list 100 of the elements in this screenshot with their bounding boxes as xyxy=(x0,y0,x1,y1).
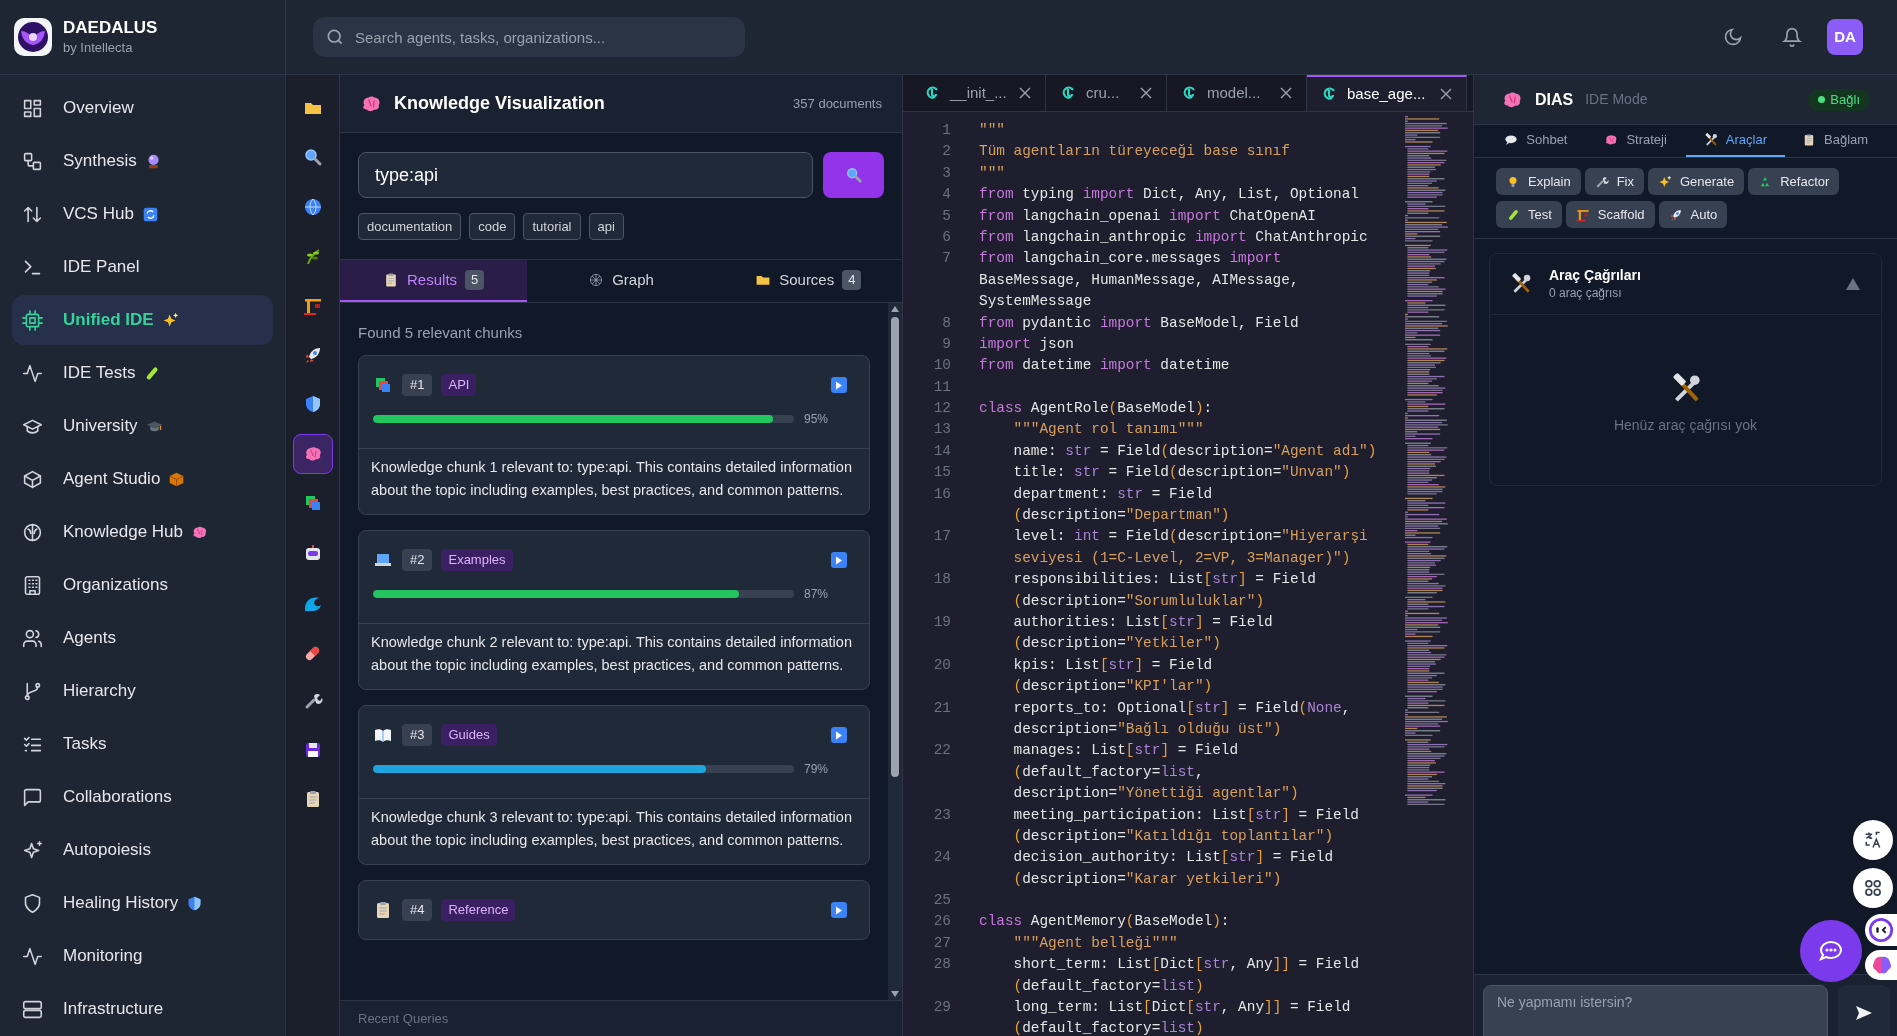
sidebar-item[interactable]: Overview xyxy=(12,83,273,133)
apps-icon xyxy=(1863,878,1883,898)
close-icon[interactable] xyxy=(1019,87,1031,99)
action-button[interactable]: Refactor xyxy=(1748,168,1840,195)
code-line: decision_authority: List[str] = Field xyxy=(1012,848,1334,868)
filter-chip[interactable]: documentation xyxy=(358,213,462,240)
notification-bell-icon[interactable] xyxy=(1780,25,1804,49)
result-card[interactable]: #2 Examples 87% Knowledge chunk 2 relevant to: type:api. This contains detailed information about the topic including examples, best practices, and common patterns. xyxy=(358,530,870,690)
result-card[interactable]: #4 Reference xyxy=(358,880,870,940)
sidebar-item[interactable]: Agent Studio xyxy=(12,454,273,504)
file-tab[interactable]: cru... xyxy=(1046,75,1167,111)
play-icon[interactable] xyxy=(831,902,847,918)
play-icon[interactable] xyxy=(831,727,847,743)
close-icon[interactable] xyxy=(1140,87,1152,99)
magnifier-icon xyxy=(844,166,863,184)
sidebar-item[interactable]: Healing History xyxy=(12,878,273,928)
rank-badge: #2 xyxy=(402,549,433,571)
code-line: department: str = Field xyxy=(1012,484,1213,504)
tab[interactable]: Bağlam xyxy=(1785,125,1885,157)
scroll-down-icon[interactable] xyxy=(890,990,900,998)
collapse-icon[interactable] xyxy=(1845,277,1861,291)
message-input[interactable]: Ne yapmamı istersin? xyxy=(1483,985,1828,1036)
filter-chip[interactable]: tutorial xyxy=(523,213,581,240)
sidebar-item[interactable]: IDE Panel xyxy=(12,242,273,292)
play-icon[interactable] xyxy=(831,377,847,393)
scrollbar[interactable] xyxy=(888,303,902,1000)
code-line: description="Bağlı olduğu üst") xyxy=(1012,719,1282,739)
sidebar-item[interactable]: Synthesis xyxy=(12,136,273,186)
line-number: 4 xyxy=(941,185,951,205)
code-line: from langchain_anthropic import ChatAnthropic xyxy=(979,227,1368,247)
result-card[interactable]: #3 Guides 79% Knowledge chunk 3 relevant to: type:api. This contains detailed information about the topic including examples, best practices, and common patterns. xyxy=(358,705,870,865)
wrench-icon xyxy=(1594,174,1609,189)
action-button[interactable]: Explain xyxy=(1496,168,1581,195)
brain-tool-button[interactable] xyxy=(292,433,333,474)
sidebar-item[interactable]: IDE Tests xyxy=(12,348,273,398)
empty-state-text: Henüz araç çağrısı yok xyxy=(1613,416,1758,435)
tab[interactable]: Araçlar xyxy=(1685,125,1786,157)
filter-chip[interactable]: api xyxy=(588,213,624,240)
building-icon xyxy=(22,574,43,596)
search-field[interactable]: Search agents, tasks, organizations... xyxy=(313,17,745,57)
branch-icon xyxy=(22,680,43,702)
result-card[interactable]: #1 API 95% Knowledge chunk 1 relevant to: type:api. This contains detailed information about the topic including examples, best practices, and common patterns. xyxy=(358,355,870,515)
action-button[interactable]: Fix xyxy=(1584,168,1644,195)
document-count: 357 documents xyxy=(793,94,882,113)
file-tab[interactable]: __init_... xyxy=(910,75,1046,111)
ring-icon xyxy=(1868,916,1894,944)
close-icon[interactable] xyxy=(1440,88,1452,100)
sidebar-item[interactable]: Hierarchy xyxy=(12,666,273,716)
code-line: from typing import Dict, Any, List, Optional xyxy=(979,185,1359,205)
code-line: (description="Yetkiler") xyxy=(1012,634,1221,654)
action-button[interactable]: Auto xyxy=(1658,201,1728,228)
sidebar-item[interactable]: Knowledge Hub xyxy=(12,507,273,557)
close-icon[interactable] xyxy=(1280,87,1292,99)
hammer-and-wrench-icon xyxy=(1510,273,1532,295)
magnifier-icon xyxy=(302,147,323,168)
sidebar-item[interactable]: Agents xyxy=(12,613,273,663)
sidebar-item[interactable]: VCS Hub xyxy=(12,189,273,239)
sidebar-item[interactable]: Infrastructure xyxy=(12,984,273,1034)
code-line: import json xyxy=(979,334,1074,354)
brand-name: DAEDALUS xyxy=(63,17,158,39)
assistant-button[interactable] xyxy=(1865,914,1897,946)
sidebar-item[interactable]: Unified IDE xyxy=(12,295,273,345)
play-icon[interactable] xyxy=(831,552,847,568)
scroll-up-icon[interactable] xyxy=(890,305,900,313)
tab[interactable]: Results 5 xyxy=(340,260,528,302)
line-number: 16 xyxy=(932,484,951,504)
tab[interactable]: Graph xyxy=(527,260,715,302)
section-heading: Recent Queries xyxy=(358,1009,449,1028)
code-line: level: int = Field(description="Hiyerarşi xyxy=(1012,527,1368,547)
filter-chip[interactable]: code xyxy=(469,213,516,240)
user-avatar[interactable]: DA xyxy=(1827,19,1863,55)
code-line: from pydantic import BaseModel, Field xyxy=(979,313,1299,333)
query-input[interactable]: type:api xyxy=(358,152,813,198)
brain-button[interactable] xyxy=(1865,950,1897,980)
code-line: kpis: List[str] = Field xyxy=(1012,655,1213,675)
action-button[interactable]: Test xyxy=(1496,201,1562,228)
tab[interactable]: Strateji xyxy=(1585,125,1686,157)
rocket-icon xyxy=(1668,207,1683,222)
sidebar-item[interactable]: Autopoiesis xyxy=(12,825,273,875)
code-line: (description="Karar yetkileri") xyxy=(1012,869,1282,889)
rank-badge: #4 xyxy=(402,899,433,921)
package-icon xyxy=(168,470,186,488)
action-button[interactable]: Scaffold xyxy=(1565,201,1655,228)
status-badge: Bağlı xyxy=(1808,88,1870,111)
sync-icon xyxy=(141,205,159,223)
line-number: 13 xyxy=(932,420,951,440)
line-number: 20 xyxy=(932,655,951,675)
tab[interactable]: Sohbet xyxy=(1486,125,1586,157)
file-tab[interactable]: base_age... xyxy=(1307,75,1467,111)
action-button[interactable]: Generate xyxy=(1648,168,1745,195)
line-number: 24 xyxy=(932,848,951,868)
speech-bubble-icon xyxy=(1504,133,1519,147)
sidebar-item[interactable]: Tasks xyxy=(12,719,273,769)
tab[interactable]: Sources 4 xyxy=(714,260,902,302)
sidebar-item[interactable]: University xyxy=(12,401,273,451)
sidebar-item[interactable]: Monitoring xyxy=(12,931,273,981)
search-button[interactable] xyxy=(823,152,884,198)
sidebar-item[interactable]: Collaborations xyxy=(12,772,273,822)
send-button[interactable] xyxy=(1838,985,1890,1036)
sidebar-item[interactable]: Organizations xyxy=(12,560,273,610)
